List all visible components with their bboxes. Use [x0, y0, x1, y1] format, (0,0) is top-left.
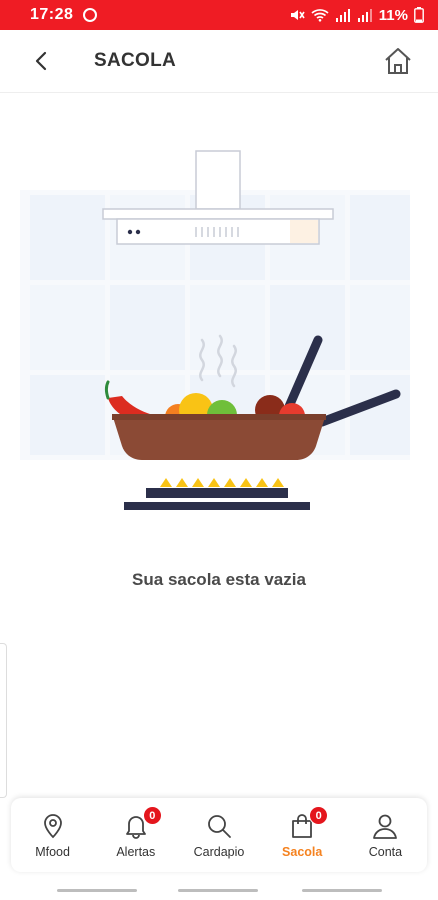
app-header: SACOLA [0, 30, 438, 93]
nav-label-conta: Conta [368, 845, 403, 859]
bottom-navigation: Mfood 0 Alertas Cardapio 0 Sacola Conta [11, 798, 427, 872]
nav-label-mfood: Mfood [35, 845, 70, 859]
wifi-icon [311, 9, 329, 22]
nav-label-alertas: Alertas [116, 845, 156, 859]
bag-count-badge: 0 [309, 806, 329, 825]
empty-bag-illustration [20, 150, 410, 510]
nav-item-alertas[interactable]: 0 Alertas [94, 798, 177, 872]
nav-label-sacola: Sacola [282, 845, 323, 859]
nav-item-mfood[interactable]: Mfood [11, 798, 94, 872]
battery-icon [414, 7, 424, 23]
system-home-button[interactable] [178, 889, 258, 892]
alerts-count-badge: 0 [142, 806, 162, 825]
battery-percent: 11% [378, 6, 408, 24]
status-indicators: 11% [289, 7, 424, 24]
stove-burner [124, 478, 310, 510]
map-pin-icon [39, 812, 67, 840]
nav-item-cardapio[interactable]: Cardapio [177, 798, 260, 872]
mute-icon [290, 10, 305, 20]
system-navigation-bar [0, 884, 438, 900]
home-button[interactable] [382, 45, 414, 77]
user-icon [371, 812, 399, 840]
bell-icon: 0 [122, 806, 162, 840]
back-button[interactable] [26, 46, 56, 76]
signal-icon-2 [357, 9, 372, 22]
recent-apps-button[interactable] [57, 889, 137, 892]
nav-item-sacola[interactable]: 0 Sacola [261, 798, 344, 872]
empty-bag-message: Sua sacola esta vazia [132, 570, 306, 589]
home-icon [385, 48, 411, 74]
notification-app-icon [83, 8, 98, 22]
status-time: 17:28 [30, 6, 74, 23]
back-arrow-icon [35, 51, 47, 71]
nav-item-conta[interactable]: Conta [344, 798, 427, 872]
edge-panel-handle[interactable] [0, 643, 7, 798]
system-back-button[interactable] [302, 889, 382, 892]
shopping-bag-icon: 0 [288, 806, 329, 840]
nav-label-cardapio: Cardapio [193, 845, 245, 859]
page-title: SACOLA [94, 50, 177, 71]
status-bar: 17:28 11% [0, 0, 438, 30]
search-icon [205, 812, 233, 840]
signal-icon [335, 9, 350, 22]
